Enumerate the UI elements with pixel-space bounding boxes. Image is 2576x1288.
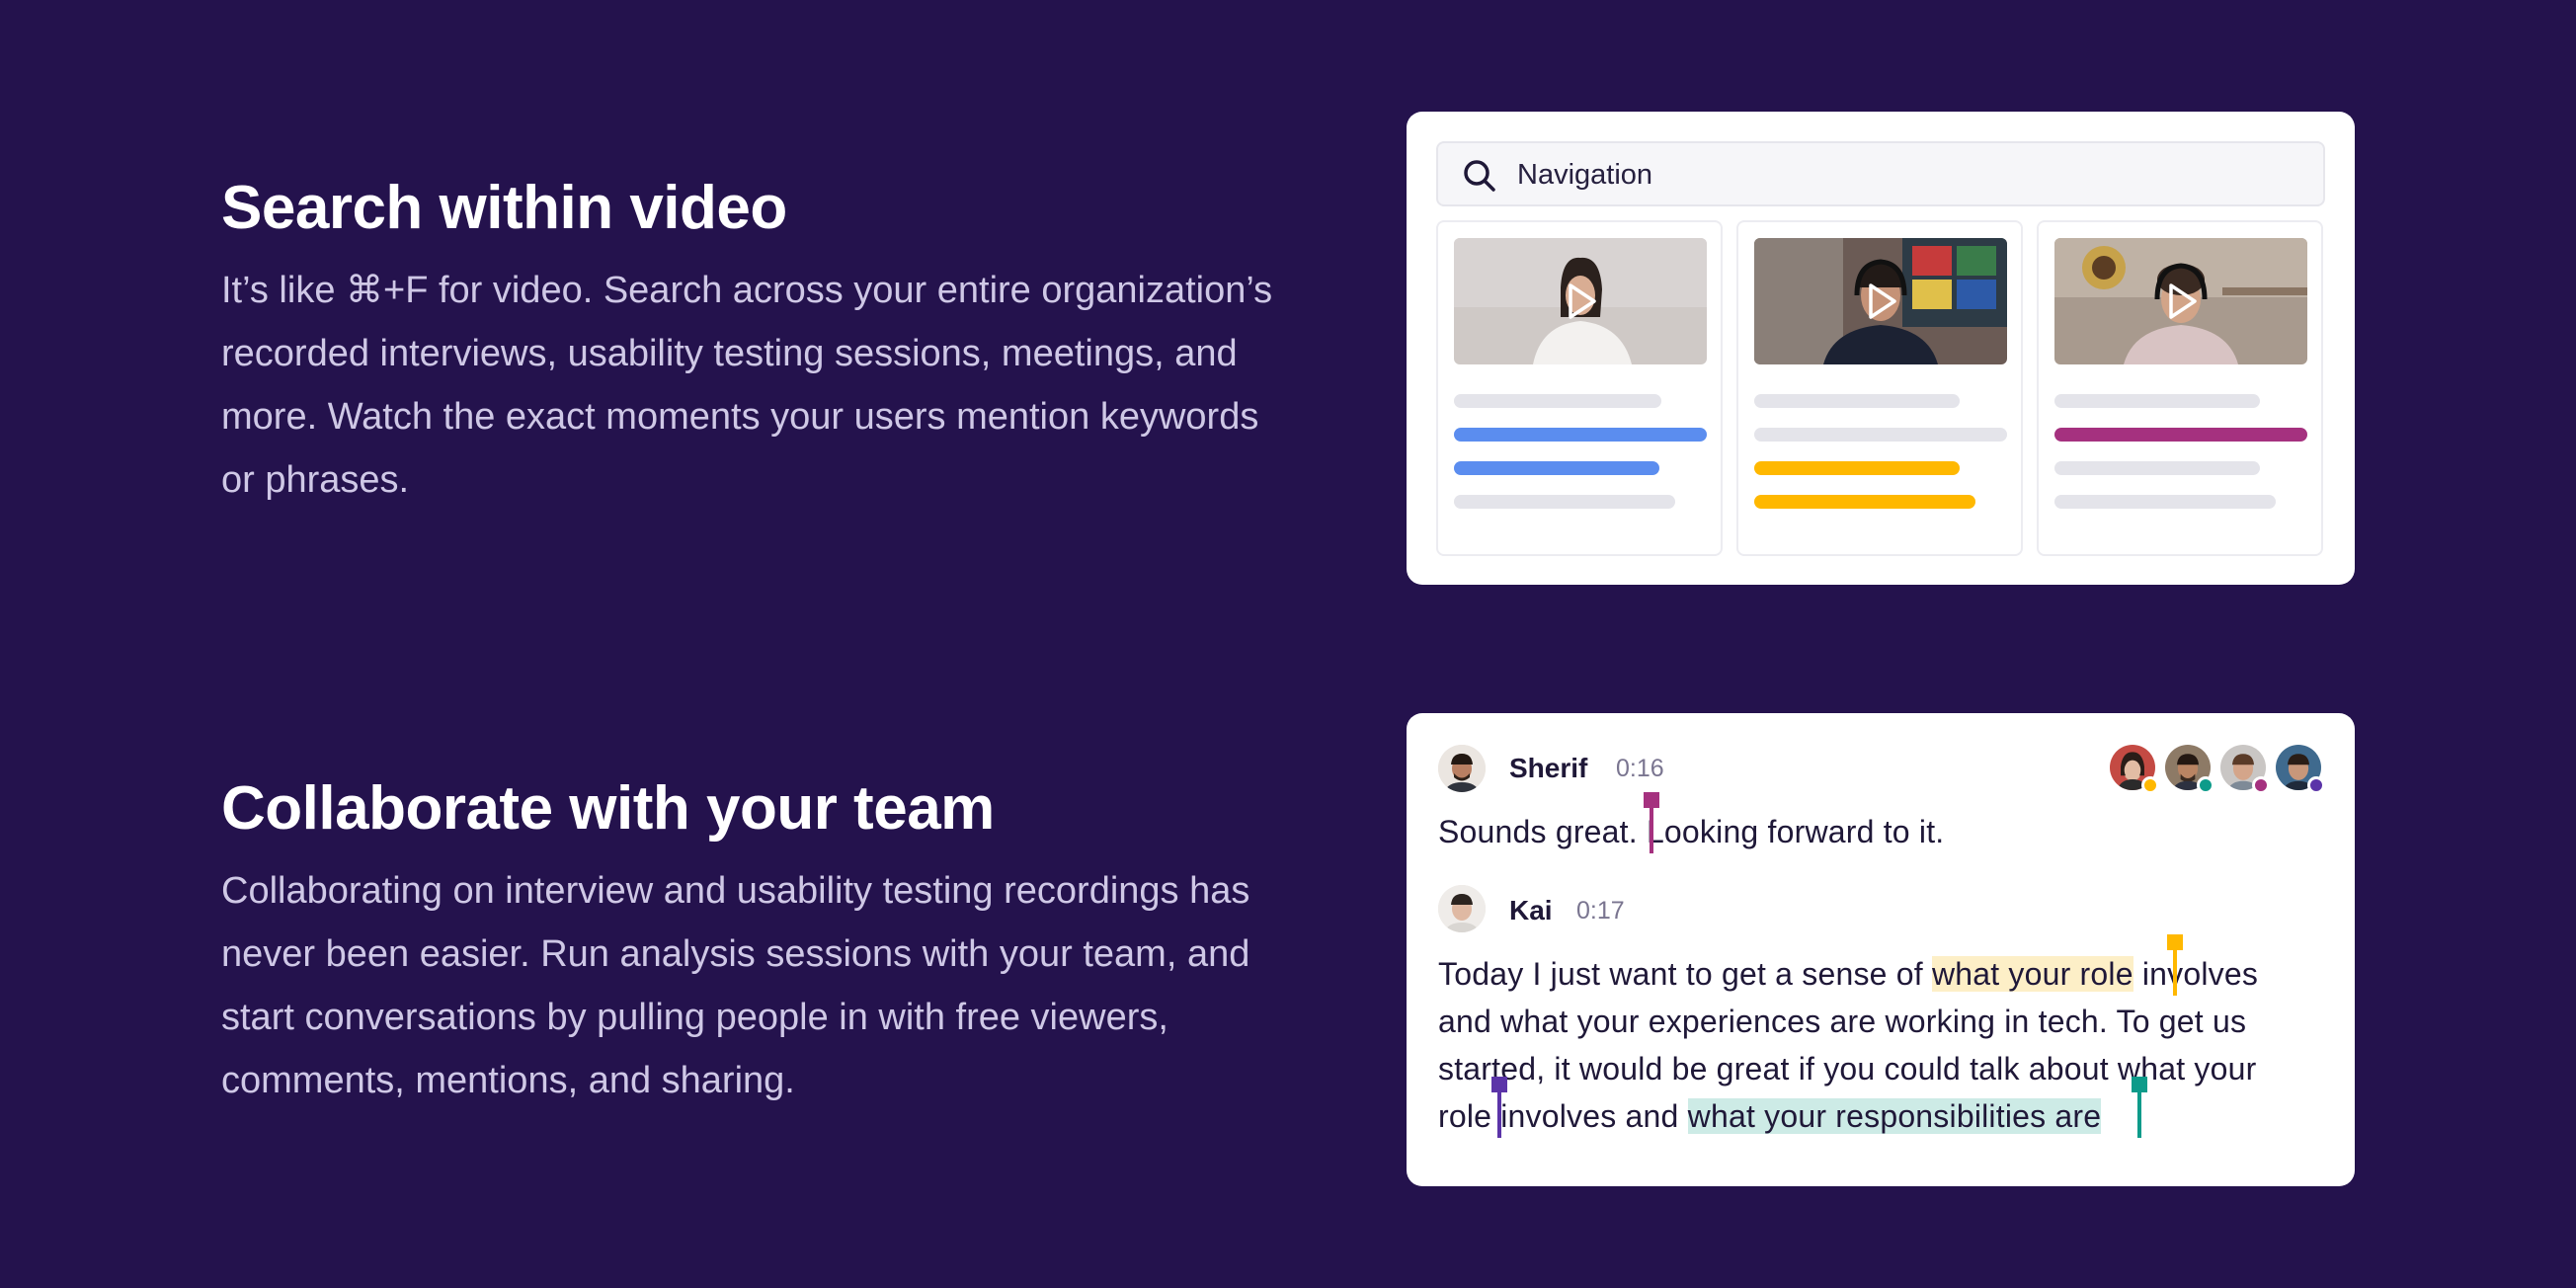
video-result-card[interactable] [1436, 220, 1723, 556]
placeholder-line [1754, 394, 1960, 408]
transcript-text: role involves and [1438, 1098, 1688, 1134]
play-icon[interactable] [1859, 280, 1902, 323]
highlighted-phrase[interactable]: what your role [1931, 956, 2133, 992]
section-title: Collaborate with your team [221, 774, 995, 843]
speaker-name[interactable]: Sherif [1509, 753, 1587, 784]
highlight-line [1454, 461, 1659, 475]
transcript-card: Sherif 0:16 Sounds great. Looking forwar… [1407, 713, 2355, 1186]
placeholder-line [2054, 495, 2276, 509]
highlight-line [2054, 428, 2307, 442]
transcript-text: involves [2133, 956, 2259, 992]
placeholder-line [2054, 461, 2260, 475]
collaborator-avatar[interactable] [2163, 743, 2214, 794]
speaker-avatar [1438, 885, 1486, 932]
status-dot [2307, 776, 2325, 794]
placeholder-line [1454, 495, 1675, 509]
transcript-line[interactable]: Today I just want to get a sense of what… [1438, 950, 2258, 998]
collaborator-avatar[interactable] [2274, 743, 2325, 794]
video-result-card[interactable] [1736, 220, 2023, 556]
playhead-marker[interactable] [1644, 792, 1659, 853]
speaker-avatar [1438, 745, 1486, 792]
highlighted-phrase[interactable]: what your responsibilities are [1687, 1098, 2102, 1134]
collaborate-section: Collaborate with your team Collaborating… [0, 642, 2576, 1288]
play-icon[interactable] [1559, 280, 1602, 323]
video-search-card: Navigation [1407, 112, 2355, 585]
search-within-video-section: Search within video It’s like ⌘+F for vi… [0, 0, 2576, 642]
collaborator-avatar[interactable] [2218, 743, 2270, 794]
collaborate-copy: Collaborate with your team Collaborating… [221, 772, 1308, 1112]
transcript-line[interactable]: role involves and what your responsibili… [1438, 1092, 2102, 1140]
highlight-line [1754, 461, 1960, 475]
search-copy: Search within video It’s like ⌘+F for vi… [221, 172, 1308, 512]
avatar [1438, 745, 1486, 792]
section-title: Search within video [221, 174, 787, 242]
search-query: Navigation [1517, 159, 1653, 191]
collaborator-avatar[interactable] [2108, 743, 2159, 794]
highlight-line [1454, 428, 1707, 442]
section-body: It’s like ⌘+F for video. Search across y… [221, 270, 1273, 501]
status-dot [2197, 776, 2214, 794]
playhead-marker[interactable] [2167, 934, 2183, 996]
transcript-text: and what your experiences are working in… [1438, 1004, 2247, 1039]
playhead-marker[interactable] [2132, 1077, 2147, 1138]
video-thumbnail[interactable] [2054, 238, 2307, 364]
transcript-text: Today I just want to get a sense of [1438, 956, 1932, 992]
transcript-text: Sounds great. Looking forward to it. [1438, 814, 1945, 849]
video-thumbnail[interactable] [1454, 238, 1707, 364]
status-dot [2141, 776, 2159, 794]
placeholder-line [1754, 428, 2007, 442]
timestamp[interactable]: 0:17 [1576, 897, 1625, 926]
speaker-name[interactable]: Kai [1509, 895, 1553, 926]
placeholder-line [1454, 394, 1661, 408]
playhead-marker[interactable] [1491, 1077, 1507, 1138]
avatar [1438, 885, 1486, 932]
section-body: Collaborating on interview and usability… [221, 870, 1250, 1101]
search-results [1436, 220, 2325, 556]
video-result-card[interactable] [2037, 220, 2323, 556]
status-dot [2252, 776, 2270, 794]
search-input[interactable]: Navigation [1436, 141, 2325, 206]
video-thumbnail[interactable] [1754, 238, 2007, 364]
transcript-line[interactable]: and what your experiences are working in… [1438, 998, 2246, 1045]
timestamp[interactable]: 0:16 [1616, 755, 1664, 783]
transcript-line[interactable]: Sounds great. Looking forward to it. [1438, 808, 1944, 855]
search-icon [1464, 160, 1495, 192]
highlight-line [1754, 495, 1975, 509]
play-icon[interactable] [2159, 280, 2203, 323]
placeholder-line [2054, 394, 2260, 408]
